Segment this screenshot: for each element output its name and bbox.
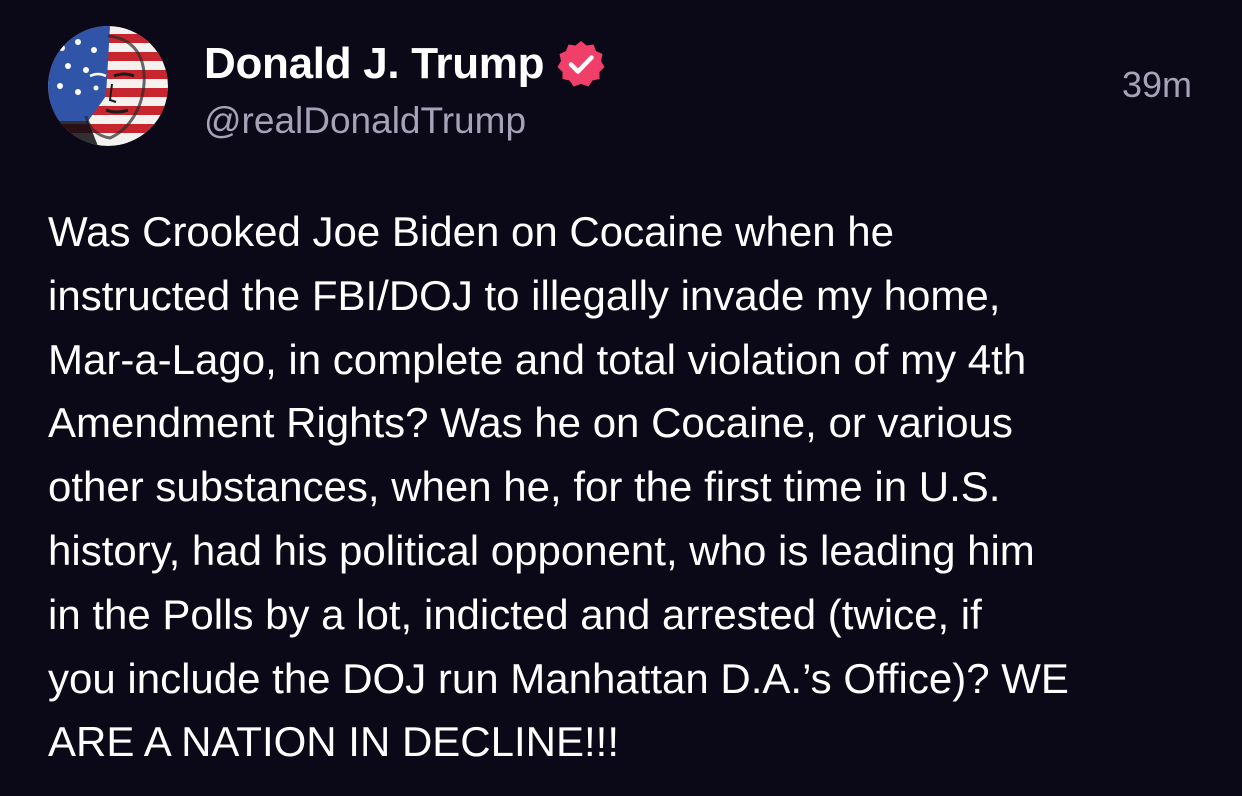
post-text-line: in the Polls by a lot, indicted and arre… [48, 590, 982, 638]
post-text-line: history, had his political opponent, who… [48, 526, 1035, 574]
author-display-name[interactable]: Donald J. Trump [204, 39, 545, 89]
post-text-line: Mar-a-Lago, in complete and total violat… [48, 335, 1027, 383]
post-card: Donald J. Trump @realDonaldTrump 39m Was… [0, 0, 1242, 796]
author-name-row: Donald J. Trump [204, 38, 606, 90]
post-text-line: Was Crooked Joe Biden on Cocaine when he [48, 208, 894, 255]
post-text: Was Crooked Joe Biden on Cocaine when he… [48, 200, 1208, 774]
avatar[interactable] [48, 26, 168, 146]
post-text-line: ARE A NATION IN DECLINE!!! [48, 718, 620, 766]
post-text-line: you include the DOJ run Manhattan D.A.’s… [48, 654, 1069, 702]
author-handle[interactable]: @realDonaldTrump [204, 100, 526, 142]
verified-badge-icon [556, 39, 606, 89]
post-text-line: instructed the FBI/DOJ to illegally inva… [48, 271, 1001, 319]
post-text-line: Amendment Rights? Was he on Cocaine, or … [48, 399, 1013, 447]
post-text-line: other substances, when he, for the first… [48, 463, 1001, 511]
flag-portrait-avatar-icon [48, 26, 168, 146]
post-timestamp[interactable]: 39m [1122, 64, 1192, 106]
